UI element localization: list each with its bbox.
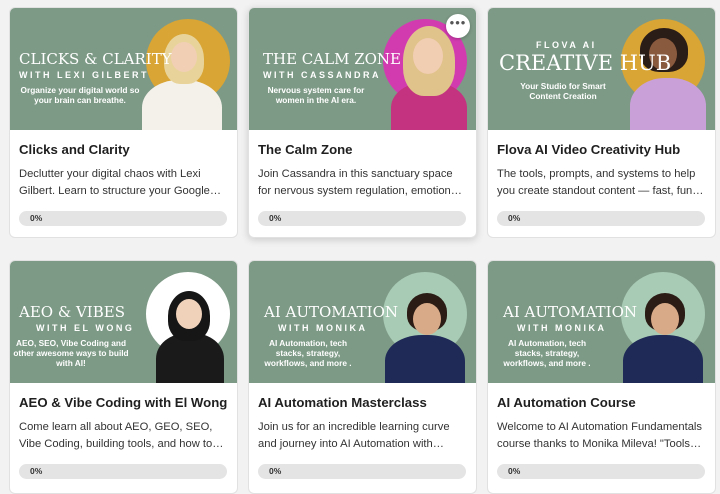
banner-subtitle: WITH MONIKA	[278, 323, 368, 333]
course-title[interactable]: AI Automation Course	[497, 395, 705, 411]
course-description: Come learn all about AEO, GEO, SEO, Vibe…	[19, 421, 213, 450]
progress-label: 0%	[269, 466, 282, 476]
banner-subtitle: WITH LEXI GILBERT	[19, 70, 149, 80]
course-banner[interactable]: AI AUTOMATION WITH MONIKA AI Automation,…	[488, 261, 715, 383]
course-banner[interactable]: AI AUTOMATION WITH MONIKA AI Automation,…	[249, 261, 476, 383]
progress-label: 0%	[30, 213, 43, 223]
banner-title: THE CALM ZONE	[263, 50, 401, 68]
banner-tagline: Nervous system care for women in the AI …	[267, 85, 365, 105]
banner-tagline: AEO, SEO, Vibe Coding and other awesome …	[13, 338, 129, 368]
course-card[interactable]: FLOVA AI CREATIVE HUB Your Studio for Sm…	[487, 7, 716, 238]
progress-label: 0%	[269, 213, 282, 223]
course-card[interactable]: AI AUTOMATION WITH MONIKA AI Automation,…	[248, 260, 477, 494]
more-options-button[interactable]: •••	[446, 14, 470, 38]
course-banner[interactable]: CLICKS & CLARITY WITH LEXI GILBERT Organ…	[10, 8, 237, 130]
course-title[interactable]: The Calm Zone	[258, 142, 466, 158]
course-card[interactable]: AI AUTOMATION WITH MONIKA AI Automation,…	[487, 260, 716, 494]
instructor-photo	[383, 22, 475, 130]
course-title[interactable]: Clicks and Clarity	[19, 142, 227, 158]
progress-bar: 0%	[258, 211, 466, 226]
banner-tagline: AI Automation, tech stacks, strategy, wo…	[503, 338, 591, 368]
banner-title: AI AUTOMATION	[264, 303, 399, 321]
progress-bar: 0%	[19, 464, 227, 479]
course-banner[interactable]: AEO & VIBES WITH EL WONG AEO, SEO, Vibe …	[10, 261, 237, 383]
banner-subtitle: WITH EL WONG	[36, 323, 135, 333]
banner-subtitle: WITH CASSANDRA	[263, 70, 381, 80]
progress-label: 0%	[30, 466, 43, 476]
instructor-photo	[622, 22, 712, 130]
course-card[interactable]: THE CALM ZONE WITH CASSANDRA Nervous sys…	[248, 7, 477, 238]
instructor-photo	[150, 287, 230, 383]
progress-bar: 0%	[497, 464, 705, 479]
banner-tagline: Organize your digital world so your brai…	[20, 85, 140, 105]
banner-tagline: Your Studio for Smart Content Creation	[520, 81, 606, 101]
course-description: Declutter your digital chaos with Lexi G…	[19, 168, 210, 197]
banner-title: CLICKS & CLARITY	[19, 50, 172, 68]
course-title[interactable]: Flova AI Video Creativity Hub	[497, 142, 705, 158]
banner-subtitle: CREATIVE HUB	[499, 51, 672, 75]
course-banner[interactable]: THE CALM ZONE WITH CASSANDRA Nervous sys…	[249, 8, 476, 130]
progress-label: 0%	[508, 466, 521, 476]
banner-tagline: AI Automation, tech stacks, strategy, wo…	[264, 338, 352, 368]
progress-label: 0%	[508, 213, 521, 223]
course-description: Join Cassandra in this sanctuary space f…	[258, 168, 460, 197]
course-banner[interactable]: FLOVA AI CREATIVE HUB Your Studio for Sm…	[488, 8, 715, 130]
course-card[interactable]: AEO & VIBES WITH EL WONG AEO, SEO, Vibe …	[9, 260, 238, 494]
course-description: Welcome to AI Automation Fundamentals co…	[497, 421, 703, 450]
course-description: The tools, prompts, and systems to help …	[497, 168, 696, 197]
banner-title: AI AUTOMATION	[503, 303, 638, 321]
progress-bar: 0%	[497, 211, 705, 226]
progress-bar: 0%	[258, 464, 466, 479]
progress-bar: 0%	[19, 211, 227, 226]
course-card[interactable]: CLICKS & CLARITY WITH LEXI GILBERT Organ…	[9, 7, 238, 238]
course-title[interactable]: AEO & Vibe Coding with El Wong	[19, 395, 227, 411]
banner-subtitle: WITH MONIKA	[517, 323, 607, 333]
course-description: Join us for an incredible learning curve…	[258, 421, 450, 450]
course-title[interactable]: AI Automation Masterclass	[258, 395, 466, 411]
banner-title: AEO & VIBES	[19, 303, 125, 321]
banner-title: FLOVA AI	[536, 40, 597, 50]
